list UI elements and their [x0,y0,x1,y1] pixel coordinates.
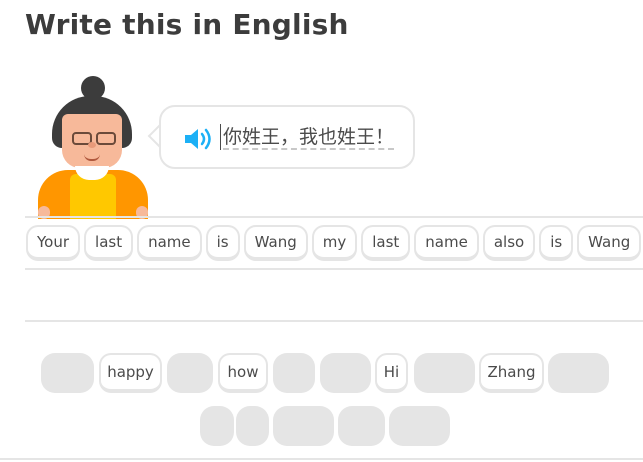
word-bank-word[interactable]: Zhang [479,353,544,393]
prompt-sentence[interactable]: 你姓王，我也姓王！ [220,124,395,150]
word-bank-word[interactable]: how [218,353,268,393]
footer-divider [0,458,643,460]
answer-line-2 [25,320,643,322]
answer-area: Your last name is Wang my last name also… [26,225,642,261]
answer-top-divider [25,216,643,218]
word-bank-slot-empty [414,353,475,393]
word-bank-slot-empty [167,353,213,393]
page-title: Write this in English [25,8,349,41]
answer-word[interactable]: is [539,225,574,261]
answer-word[interactable]: name [137,225,202,261]
word-bank-slot-empty [273,406,334,446]
answer-word[interactable]: name [414,225,479,261]
word-bank-slot-empty [236,406,269,446]
word-bank-slot-empty [200,406,234,446]
answer-word[interactable]: is [205,225,240,261]
answer-word[interactable]: Your [26,225,81,261]
word-bank-word[interactable]: Hi [375,353,408,393]
answer-word[interactable]: Wang [577,225,642,261]
word-bank-word[interactable]: happy [99,353,162,393]
answer-word[interactable]: also [482,225,536,261]
character-illustration [30,74,155,219]
answer-word[interactable]: my [311,225,358,261]
word-bank-slot-empty [273,353,315,393]
word-bank-slot-empty [389,406,450,446]
word-bank-slot-empty [41,353,94,393]
answer-word[interactable]: last [361,225,411,261]
speaker-icon[interactable] [183,126,213,152]
word-bank-slot-empty [548,353,609,393]
word-bank-slot-empty [320,353,371,393]
answer-line-1 [25,268,643,270]
answer-word[interactable]: Wang [243,225,308,261]
answer-word[interactable]: last [84,225,134,261]
word-bank-slot-empty [338,406,385,446]
